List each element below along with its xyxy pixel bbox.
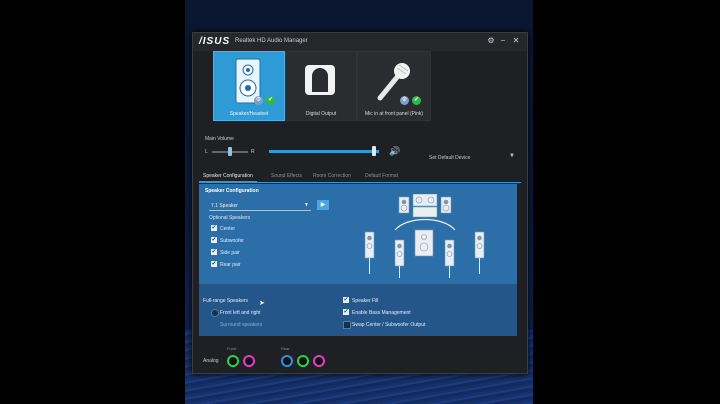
rear-jack-blue[interactable]	[281, 355, 293, 367]
option-label: Speaker Fill	[352, 298, 379, 304]
title-bar[interactable]: /ISUS Realtek HD Audio Manager ⚙ − ✕	[193, 33, 527, 51]
optional-speakers-title: Optional Speakers	[209, 215, 251, 221]
check-icon[interactable]: ✔	[211, 225, 217, 231]
chevron-down-icon[interactable]: ▼	[509, 153, 515, 159]
rear-jack-green[interactable]	[297, 355, 309, 367]
rear-jacks-label: Rear	[281, 346, 290, 351]
device-tile-microphone[interactable]: ⚙ ✔ Mic in at front panel (Pink)	[357, 51, 431, 121]
default-device-check-icon: ✔	[412, 96, 421, 105]
main-volume-slider-track[interactable]	[269, 150, 379, 153]
speaker-config-value: 7.1 Speaker	[211, 203, 238, 209]
default-device-check-icon: ✔	[266, 96, 275, 105]
check-icon[interactable]: ✔	[343, 297, 349, 303]
device-settings-icon: ⚙	[254, 96, 263, 105]
play-test-button[interactable]: ▶	[317, 200, 329, 210]
rear-jack-pink[interactable]	[313, 355, 325, 367]
option-label: Enable Bass Management	[352, 310, 411, 316]
mouse-cursor-icon: ➤	[259, 300, 265, 307]
minimize-button[interactable]: −	[498, 36, 508, 46]
front-jack-green[interactable]	[227, 355, 239, 367]
device-settings-icon: ⚙	[400, 96, 409, 105]
speaker-config-select[interactable]: 7.1 Speaker ▼	[209, 202, 311, 211]
device-tile-speakers[interactable]: ⚙ ✔ Speaker/Headset	[213, 51, 285, 121]
check-icon[interactable]: ✔	[343, 309, 349, 315]
device-name: Mic in at front panel (Pink)	[364, 111, 424, 117]
check-icon[interactable]: ✔	[211, 237, 217, 243]
tab-speaker-configuration[interactable]: Speaker Configuration	[199, 173, 257, 182]
main-volume-slider-thumb[interactable]	[371, 146, 376, 156]
balance-left-label: L	[205, 149, 208, 155]
balance-right-label: R	[251, 149, 255, 155]
settings-tabs: Speaker Configuration Sound Effects Room…	[199, 172, 521, 183]
asus-logo: /ISUS	[199, 36, 231, 47]
option-label: Surround speakers	[220, 322, 263, 328]
checkbox-label: Rear pair	[220, 262, 241, 268]
full-range-options: Full-range Speakers ➤ Front left and rig…	[199, 284, 517, 336]
chevron-down-icon: ▼	[304, 202, 309, 208]
tab-sound-effects[interactable]: Sound Effects	[271, 173, 302, 179]
speaker-layout-diagram[interactable]	[357, 194, 497, 280]
check-icon[interactable]: ✔	[211, 261, 217, 267]
audio-manager-window: /ISUS Realtek HD Audio Manager ⚙ − ✕ ⚙ ✔…	[192, 32, 528, 374]
balance-slider-thumb[interactable]	[228, 147, 232, 156]
front-jack-pink[interactable]	[243, 355, 255, 367]
tab-default-format[interactable]: Default Format	[365, 173, 398, 179]
device-tile-digital-output[interactable]: Digital Output	[285, 51, 357, 121]
jack-panel: Front Rear Analog	[193, 339, 527, 373]
checkbox-empty[interactable]	[343, 321, 351, 329]
option-label: Swap Center / Subwoofer Output	[352, 322, 426, 328]
close-button[interactable]: ✕	[511, 36, 521, 46]
radio-button[interactable]	[211, 309, 219, 317]
settings-gear-icon[interactable]: ⚙	[486, 36, 496, 46]
device-name: Digital Output	[305, 111, 337, 117]
speaker-configuration-panel: Speaker Configuration 7.1 Speaker ▼ ▶ Op…	[199, 184, 517, 284]
checkbox-label: Subwoofer	[220, 238, 244, 244]
tab-room-correction[interactable]: Room Correction	[313, 173, 351, 179]
checkbox-label: Side pair	[220, 250, 240, 256]
option-label: Front left and right	[220, 310, 261, 316]
app-title: Realtek HD Audio Manager	[235, 38, 308, 44]
digital-output-icon	[305, 65, 335, 95]
analog-label: Analog	[203, 358, 219, 364]
full-range-title: Full-range Speakers	[203, 298, 249, 304]
check-icon[interactable]: ✔	[211, 249, 217, 255]
device-name: Speaker/Headset	[229, 111, 269, 117]
front-jacks-label: Front	[227, 346, 237, 351]
panel-title: Speaker Configuration	[205, 188, 259, 194]
set-default-device-dropdown[interactable]: Set Default Device	[429, 155, 470, 161]
volume-speaker-icon[interactable]: 🔊	[389, 146, 400, 157]
main-volume-label: Main Volume	[205, 136, 234, 142]
checkbox-label: Center	[220, 226, 236, 232]
